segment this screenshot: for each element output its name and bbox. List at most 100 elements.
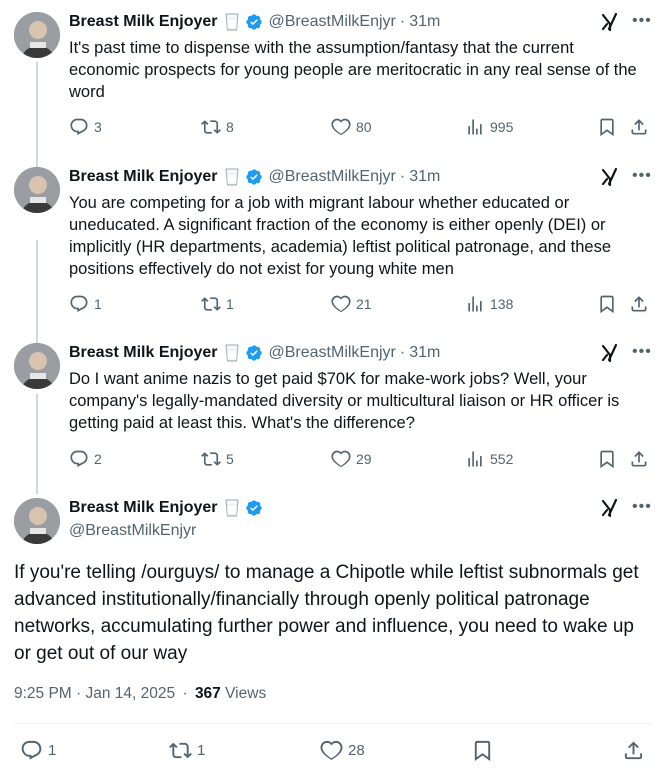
repost-count: 8 xyxy=(226,119,234,135)
reply-button[interactable]: 2 xyxy=(69,449,102,469)
verified-badge-icon xyxy=(245,168,263,186)
more-icon[interactable]: ••• xyxy=(632,167,652,185)
tweet-meta: 9:25 PM · Jan 14, 2025 · 367 Views xyxy=(14,685,266,703)
divider xyxy=(14,723,652,724)
separator-dot: · xyxy=(182,685,188,702)
timestamp[interactable]: 31m xyxy=(409,13,440,31)
like-button[interactable]: 80 xyxy=(331,117,372,137)
views-icon xyxy=(465,294,485,314)
reply-count: 1 xyxy=(94,296,102,312)
reply-button[interactable]: 3 xyxy=(69,117,102,137)
reply-count: 3 xyxy=(94,119,102,135)
author-handle[interactable]: @BreastMilkEnjyr xyxy=(269,13,396,31)
share-icon xyxy=(622,739,645,762)
views-count: 995 xyxy=(490,119,514,135)
more-icon[interactable]: ••• xyxy=(632,498,652,516)
tweet[interactable]: Breast Milk Enjoyer @BreastMilkEnjyr · 3… xyxy=(0,10,666,150)
repost-icon xyxy=(201,449,221,469)
verified-badge-icon xyxy=(245,499,263,517)
separator-dot: · xyxy=(399,344,406,361)
separator-dot: · xyxy=(399,13,406,30)
grok-icon[interactable] xyxy=(600,12,620,37)
reply-button[interactable]: 1 xyxy=(20,739,56,762)
like-icon xyxy=(331,117,351,137)
views-button[interactable]: 995 xyxy=(465,117,513,137)
grok-icon[interactable] xyxy=(600,167,620,192)
views-button[interactable]: 138 xyxy=(465,294,513,314)
share-icon xyxy=(629,117,649,137)
like-count: 21 xyxy=(356,296,372,312)
repost-button[interactable]: 5 xyxy=(201,449,234,469)
reply-icon xyxy=(20,739,43,762)
views-icon xyxy=(465,117,485,137)
share-button[interactable] xyxy=(629,294,649,314)
bookmark-icon xyxy=(597,117,617,137)
bookmark-button[interactable] xyxy=(597,449,617,469)
tweet-header: Breast Milk Enjoyer @BreastMilkEnjyr · 3… xyxy=(69,341,440,365)
author-handle[interactable]: @BreastMilkEnjyr xyxy=(269,344,396,362)
reply-icon xyxy=(69,294,89,314)
avatar[interactable] xyxy=(14,343,60,389)
reply-button[interactable]: 1 xyxy=(69,294,102,314)
bookmark-icon xyxy=(597,294,617,314)
like-count: 28 xyxy=(348,742,365,759)
author-handle[interactable]: @BreastMilkEnjyr xyxy=(69,522,196,540)
repost-count: 5 xyxy=(226,451,234,467)
more-icon[interactable]: ••• xyxy=(632,12,652,30)
share-button[interactable] xyxy=(622,739,645,762)
timestamp[interactable]: 31m xyxy=(409,344,440,362)
like-button[interactable]: 28 xyxy=(320,739,365,762)
avatar[interactable] xyxy=(14,12,60,58)
timestamp[interactable]: 31m xyxy=(409,168,440,186)
repost-button[interactable]: 1 xyxy=(201,294,234,314)
author-name[interactable]: Breast Milk Enjoyer xyxy=(69,499,218,517)
like-icon xyxy=(331,294,351,314)
tweet-text: Do I want anime nazis to get paid $70K f… xyxy=(69,370,620,432)
timestamp[interactable]: 9:25 PM · Jan 14, 2025 xyxy=(14,685,175,702)
author-name[interactable]: Breast Milk Enjoyer xyxy=(69,168,218,186)
repost-button[interactable]: 1 xyxy=(169,739,205,762)
tweet-actions: 1 1 28 xyxy=(14,739,650,765)
author-name[interactable]: Breast Milk Enjoyer xyxy=(69,344,218,362)
grok-icon[interactable] xyxy=(600,343,620,368)
tweet-header: Breast Milk Enjoyer @BreastMilkEnjyr · 3… xyxy=(69,165,440,189)
reply-count: 2 xyxy=(94,451,102,467)
share-button[interactable] xyxy=(629,117,649,137)
views-button[interactable]: 552 xyxy=(465,449,513,469)
tweet[interactable]: Breast Milk Enjoyer @BreastMilkEnjyr · 3… xyxy=(0,165,666,330)
bookmark-icon xyxy=(597,449,617,469)
share-icon xyxy=(629,449,649,469)
share-button[interactable] xyxy=(629,449,649,469)
author-name[interactable]: Breast Milk Enjoyer xyxy=(69,13,218,31)
main-tweet: Breast Milk Enjoyer @BreastMilkEnjyr •••… xyxy=(0,496,666,774)
bookmark-button[interactable] xyxy=(597,294,617,314)
tweet-header: Breast Milk Enjoyer xyxy=(69,496,263,520)
tweet-text: If you're telling /ourguys/ to manage a … xyxy=(14,562,639,664)
like-count: 80 xyxy=(356,119,372,135)
avatar[interactable] xyxy=(14,498,60,544)
reply-icon xyxy=(69,117,89,137)
repost-icon xyxy=(201,117,221,137)
repost-button[interactable]: 8 xyxy=(201,117,234,137)
milk-glass-emoji-icon xyxy=(224,13,240,31)
like-button[interactable]: 21 xyxy=(331,294,372,314)
avatar[interactable] xyxy=(14,167,60,213)
tweet-text: It's past time to dispense with the assu… xyxy=(69,39,637,101)
grok-icon[interactable] xyxy=(600,498,620,523)
tweet-actions: 3 8 80 995 xyxy=(69,117,653,141)
tweet-actions: 2 5 29 552 xyxy=(69,449,653,473)
repost-count: 1 xyxy=(197,742,206,759)
repost-count: 1 xyxy=(226,296,234,312)
more-icon[interactable]: ••• xyxy=(632,343,652,361)
views-count: 138 xyxy=(490,296,514,312)
bookmark-button[interactable] xyxy=(597,117,617,137)
bookmark-button[interactable] xyxy=(471,739,494,762)
repost-icon xyxy=(201,294,221,314)
repost-icon xyxy=(169,739,192,762)
tweet[interactable]: Breast Milk Enjoyer @BreastMilkEnjyr · 3… xyxy=(0,341,666,481)
like-button[interactable]: 29 xyxy=(331,449,372,469)
views-icon xyxy=(465,449,485,469)
author-handle[interactable]: @BreastMilkEnjyr xyxy=(269,168,396,186)
reply-count: 1 xyxy=(48,742,57,759)
tweet-actions: 1 1 21 138 xyxy=(69,294,653,318)
